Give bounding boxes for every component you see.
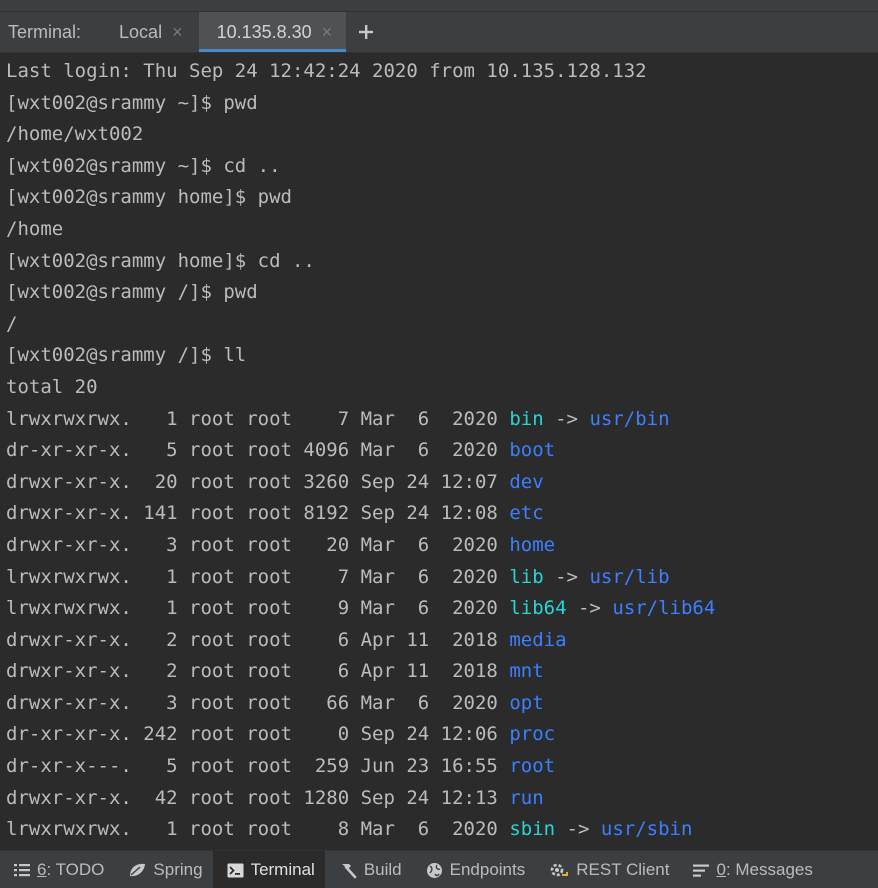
symlink-name: lib bbox=[509, 565, 544, 588]
symlink-arrow: -> bbox=[577, 597, 601, 620]
symlink-target: usr/lib64 bbox=[612, 597, 716, 620]
rest-client-icon bbox=[549, 861, 576, 879]
tool-button-rest-client[interactable]: REST Client bbox=[535, 851, 679, 888]
tab-label: 10.135.8.30 bbox=[216, 21, 312, 42]
tool-button-endpoints[interactable]: Endpoints bbox=[412, 851, 536, 888]
symlink-arrow: -> bbox=[555, 407, 578, 430]
file-info: drwxr-xr-x. 3 root root 66 Mar 6 2020 bbox=[6, 691, 510, 714]
listing-row: dr-xr-xr-x. 5 root root 4096 Mar 6 2020 … bbox=[6, 435, 878, 467]
terminal-line: [wxt002@srammy home]$ pwd bbox=[6, 186, 292, 209]
file-info: drwxr-xr-x. 3 root root 20 Mar 6 2020 bbox=[6, 533, 510, 556]
terminal-line: [wxt002@srammy home]$ cd .. bbox=[6, 249, 315, 272]
terminal-line: [wxt002@srammy ~]$ cd .. bbox=[6, 154, 281, 177]
directory-name: media bbox=[509, 628, 567, 651]
terminal-tab-bar: Terminal: Local × 10.135.8.30 × bbox=[0, 12, 878, 53]
close-icon[interactable]: × bbox=[172, 22, 183, 43]
listing-row: dr-xr-x---. 5 root root 259 Jun 23 16:55… bbox=[6, 751, 878, 783]
file-info: lrwxrwxrwx. 1 root root 7 Mar 6 2020 bbox=[6, 407, 510, 430]
directory-name: proc bbox=[509, 723, 556, 746]
tool-label: Build bbox=[363, 860, 402, 879]
listing-row: drwxr-xr-x. 141 root root 8192 Sep 24 12… bbox=[6, 498, 878, 530]
file-info: drwxr-xr-x. 42 root root 1280 Sep 24 12:… bbox=[6, 786, 510, 809]
directory-name: boot bbox=[509, 439, 556, 462]
listing-row: drwxr-xr-x. 3 root root 66 Mar 6 2020 op… bbox=[6, 688, 878, 720]
tool-button-messages[interactable]: 0: Messages bbox=[679, 851, 822, 888]
directory-name: etc bbox=[509, 502, 544, 525]
tool-label: : TODO bbox=[46, 860, 105, 879]
globe-icon bbox=[426, 862, 450, 879]
tool-button-build[interactable]: Build bbox=[325, 851, 412, 888]
hammer-icon bbox=[339, 862, 364, 879]
symlink-name: bin bbox=[509, 407, 544, 430]
listing-row: lrwxrwxrwx. 1 root root 8 Mar 6 2020 sbi… bbox=[6, 814, 878, 846]
terminal-output[interactable]: Last login: Thu Sep 24 12:42:24 2020 fro… bbox=[0, 53, 878, 849]
list-icon bbox=[14, 863, 37, 877]
messages-icon bbox=[693, 864, 716, 877]
terminal-tool-label: Terminal: bbox=[8, 21, 82, 42]
tool-button-spring[interactable]: Spring bbox=[114, 851, 212, 888]
new-session-button[interactable] bbox=[346, 12, 386, 52]
listing-row: drwxr-xr-x. 42 root root 1280 Sep 24 12:… bbox=[6, 783, 878, 815]
terminal-line: total 20 bbox=[6, 375, 98, 398]
listing-row: drwxr-xr-x. 20 root root 3260 Sep 24 12:… bbox=[6, 467, 878, 499]
terminal-line: / bbox=[6, 312, 18, 335]
tab-remote-session[interactable]: 10.135.8.30 × bbox=[198, 12, 347, 52]
plus-icon bbox=[359, 25, 374, 39]
file-info: dr-xr-xr-x. 5 root root 4096 Mar 6 2020 bbox=[6, 439, 510, 462]
spring-leaf-icon bbox=[128, 862, 153, 878]
tool-label: : Messages bbox=[725, 860, 813, 879]
tab-label: Local bbox=[119, 21, 163, 42]
symlink-name: lib64 bbox=[509, 597, 567, 620]
file-info: lrwxrwxrwx. 1 root root 7 Mar 6 2020 bbox=[6, 565, 510, 588]
window-top-strip bbox=[0, 0, 878, 12]
listing-row: dr-xr-xr-x. 242 root root 0 Sep 24 12:06… bbox=[6, 719, 878, 751]
directory-name: dev bbox=[509, 470, 544, 493]
directory-name: root bbox=[509, 755, 556, 778]
tool-window-bar: 6: TODO Spring Terminal Build Endpoints REST … bbox=[0, 850, 878, 888]
symlink-arrow: -> bbox=[555, 565, 578, 588]
listing-row: lrwxrwxrwx. 1 root root 7 Mar 6 2020 lib… bbox=[6, 562, 878, 594]
directory-name: mnt bbox=[509, 660, 544, 683]
directory-name: home bbox=[509, 533, 556, 556]
tool-label: REST Client bbox=[576, 860, 670, 879]
close-icon[interactable]: × bbox=[322, 22, 333, 43]
listing-row: drwxr-xr-x. 2 root root 6 Apr 11 2018 mn… bbox=[6, 656, 878, 688]
tool-mnemonic: 6 bbox=[37, 860, 47, 879]
symlink-target: usr/sbin bbox=[600, 818, 693, 841]
file-info: drwxr-xr-x. 2 root root 6 Apr 11 2018 bbox=[6, 628, 510, 651]
symlink-arrow: -> bbox=[566, 818, 590, 841]
directory-name: opt bbox=[509, 691, 544, 714]
file-info: drwxr-xr-x. 20 root root 3260 Sep 24 12:… bbox=[6, 470, 510, 493]
listing-row: lrwxrwxrwx. 1 root root 7 Mar 6 2020 bin… bbox=[6, 404, 878, 436]
listing-row: drwxr-xr-x. 2 root root 6 Apr 11 2018 me… bbox=[6, 625, 878, 657]
terminal-line: [wxt002@srammy /]$ ll bbox=[6, 344, 247, 367]
file-info: dr-xr-xr-x. 242 root root 0 Sep 24 12:06 bbox=[6, 723, 510, 746]
symlink-target: usr/bin bbox=[589, 407, 670, 430]
tool-label: Terminal bbox=[250, 860, 315, 879]
file-info: dr-xr-x---. 5 root root 259 Jun 23 16:55 bbox=[6, 755, 510, 778]
terminal-line: /home/wxt002 bbox=[6, 123, 144, 146]
tool-button-todo[interactable]: 6: TODO bbox=[0, 851, 114, 888]
terminal-line: [wxt002@srammy /]$ pwd bbox=[6, 281, 258, 304]
file-info: drwxr-xr-x. 2 root root 6 Apr 11 2018 bbox=[6, 660, 510, 683]
symlink-target: usr/lib bbox=[589, 565, 670, 588]
terminal-line: [wxt002@srammy ~]$ pwd bbox=[6, 91, 258, 114]
tool-label: Spring bbox=[153, 860, 203, 879]
listing-row: drwxr-xr-x. 3 root root 20 Mar 6 2020 ho… bbox=[6, 530, 878, 562]
tool-mnemonic: 0 bbox=[716, 860, 726, 879]
directory-name: run bbox=[509, 786, 544, 809]
symlink-name: sbin bbox=[509, 818, 556, 841]
listing-row: lrwxrwxrwx. 1 root root 9 Mar 6 2020 lib… bbox=[6, 593, 878, 625]
tab-local[interactable]: Local × bbox=[103, 12, 199, 52]
file-info: lrwxrwxrwx. 1 root root 9 Mar 6 2020 bbox=[6, 597, 510, 620]
terminal-icon bbox=[227, 863, 251, 878]
file-info: drwxr-xr-x. 141 root root 8192 Sep 24 12… bbox=[6, 502, 510, 525]
terminal-line: Last login: Thu Sep 24 12:42:24 2020 fro… bbox=[6, 60, 647, 82]
terminal-line: /home bbox=[6, 217, 64, 240]
tool-label: Endpoints bbox=[449, 860, 526, 879]
file-info: lrwxrwxrwx. 1 root root 8 Mar 6 2020 bbox=[6, 818, 510, 841]
tool-button-terminal[interactable]: Terminal bbox=[212, 851, 325, 888]
